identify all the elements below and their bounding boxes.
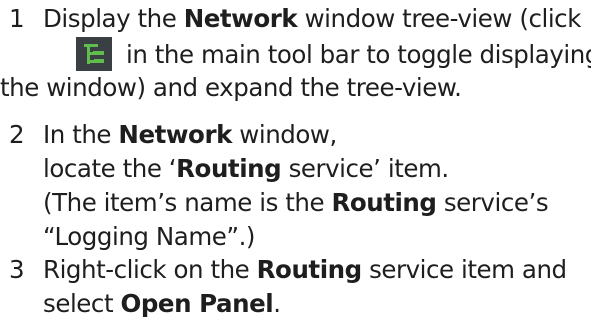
text-run: Display the [43,4,184,33]
routing-emphasis: Routing [256,255,363,284]
step-line: In the Network window, [43,118,591,152]
step-number: 2 [9,120,25,149]
step-line: select Open Panel. [43,287,591,321]
text-run: select [43,289,121,318]
text-run: service’ item. [281,154,450,183]
text-run: window tree-view (click [297,4,582,33]
step-line: “Logging Name”.) [43,222,256,251]
network-tree-icon [76,37,112,71]
step-number: 3 [9,255,25,284]
open-panel-emphasis: Open Panel [120,289,274,318]
step-text: Right-click on the Routing service item … [43,253,591,321]
text-run: (The item’s name is the [43,188,332,217]
text-run: Right-click on the [43,255,257,284]
text-run: locate the ‘ [43,154,177,183]
network-emphasis: Network [118,120,232,149]
text-run: in the main tool bar to toggle displayin… [126,40,591,69]
step-line: Right-click on the Routing service item … [43,253,591,287]
step-number: 1 [9,4,25,33]
network-emphasis: Network [183,4,298,33]
step-line: Display the Network window tree-view (cl… [43,2,591,36]
step-line: in the main tool bar to toggle displayin… [43,36,591,74]
step-text: In the Network window, locate the ‘Routi… [43,118,591,254]
step-text: Display the Network window tree-view (cl… [0,2,591,105]
text-run: window, [231,120,337,149]
routing-emphasis: Routing [176,154,282,183]
step-line: locate the ‘Routing service’ item. [43,152,591,186]
step-line: (The item’s name is the Routing service’… [43,186,591,220]
text-run: . [273,289,281,318]
text-run: In the [43,120,119,149]
routing-emphasis: Routing [331,188,437,217]
text-run: service item and [361,255,567,284]
text-run: service’s [436,188,549,217]
step-line: the window) and expand the tree-view. [0,73,462,102]
